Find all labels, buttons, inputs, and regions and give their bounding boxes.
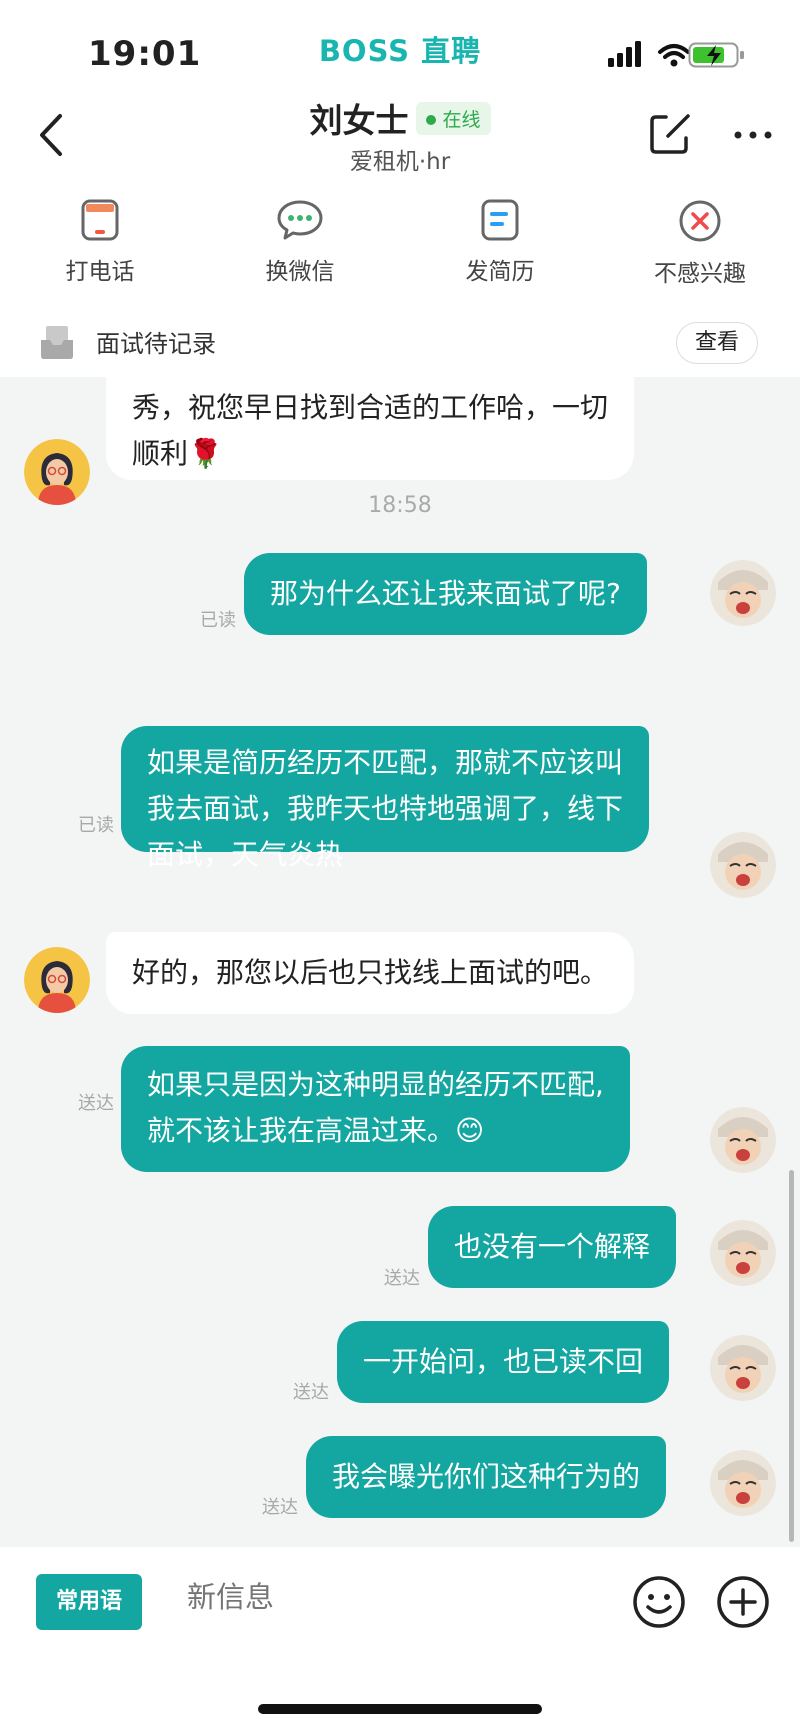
wechat-label: 换微信: [265, 259, 335, 285]
call-action[interactable]: 打电话: [20, 198, 180, 286]
emoji-icon[interactable]: [632, 1575, 686, 1629]
resume-icon: [481, 199, 519, 241]
message-line: 那为什么还让我来面试了呢?: [270, 577, 621, 610]
message-line: 也没有一个解释: [454, 1230, 651, 1263]
more-icon[interactable]: [733, 130, 773, 140]
read-status: 已读: [200, 610, 236, 631]
inbox-icon: [41, 326, 73, 359]
wechat-action[interactable]: 换微信: [220, 198, 380, 286]
message-line: 跟我们岗位不是很匹配，但您已很优: [132, 377, 608, 385]
signal-wifi-icon: [608, 41, 690, 67]
message-bubble-hr[interactable]: 好的，那您以后也只找线上面试的吧。: [106, 932, 635, 1014]
edit-icon[interactable]: [648, 112, 692, 156]
contact-name: 刘女士: [309, 101, 409, 140]
message-line: 我会曝光你们这种行为的: [332, 1460, 641, 1493]
online-dot-icon: [426, 114, 437, 125]
online-badge: 在线: [416, 101, 491, 135]
delivered-status: 送达: [384, 1268, 420, 1289]
online-label: 在线: [442, 108, 481, 131]
common-phrases-button[interactable]: 常用语: [36, 1574, 142, 1630]
plus-icon[interactable]: [716, 1575, 770, 1629]
message-bubble-me[interactable]: 我会曝光你们这种行为的: [306, 1436, 667, 1518]
top-area: 19:01 BOSS 直聘 刘女士 在线 爱租机·hr 打电话 换微信 发简历 …: [0, 0, 800, 377]
action-bar: 打电话 换微信 发简历 不感兴趣: [0, 198, 800, 293]
my-avatar[interactable]: [710, 832, 776, 898]
timestamp: 18:58: [368, 493, 432, 518]
resume-label: 发简历: [465, 259, 535, 285]
message-line: 如果是简历经历不匹配，那就不应该叫: [147, 746, 624, 779]
not-interested-action[interactable]: 不感兴趣: [620, 198, 780, 288]
message-line: 如果只是因为这种明显的经历不匹配,: [147, 1068, 604, 1101]
message-input[interactable]: [187, 1580, 607, 1614]
message-bubble-me[interactable]: 如果只是因为这种明显的经历不匹配, 就不该让我在高温过来。😊: [121, 1046, 630, 1172]
home-indicator: [258, 1704, 542, 1714]
message-line: 面试，天气炎热: [147, 838, 344, 871]
message-bubble-me[interactable]: 一开始问，也已读不回: [337, 1321, 670, 1403]
read-status: 已读: [78, 815, 114, 836]
message-line: 顺利🌹: [132, 437, 223, 470]
resume-action[interactable]: 发简历: [420, 198, 580, 286]
message-line: 我去面试，我昨天也特地强调了，线下: [147, 792, 624, 825]
wechat-icon: [277, 200, 323, 240]
phone-icon: [81, 199, 119, 241]
not-interested-label: 不感兴趣: [654, 261, 746, 287]
message-bubble-hr[interactable]: 跟我们岗位不是很匹配，但您已很优 秀，祝您早日找到合适的工作哈，一切 顺利🌹: [106, 377, 635, 480]
message-bubble-me[interactable]: 那为什么还让我来面试了呢?: [244, 553, 647, 635]
my-avatar[interactable]: [710, 1335, 776, 1401]
not-interested-icon: [679, 200, 721, 242]
notice-text: 面试待记录: [96, 330, 216, 358]
interview-notice-bar: 面试待记录 查看: [0, 310, 800, 378]
chat-header: 刘女士 在线 爱租机·hr: [0, 92, 800, 182]
message-bubble-me[interactable]: 如果是简历经历不匹配，那就不应该叫 我去面试，我昨天也特地强调了，线下 面试，天…: [121, 726, 650, 871]
message-line: 一开始问，也已读不回: [363, 1345, 644, 1378]
delivered-status: 送达: [293, 1382, 329, 1403]
message-bubble-me[interactable]: 也没有一个解释: [428, 1206, 677, 1288]
my-avatar[interactable]: [710, 1450, 776, 1516]
delivered-status: 送达: [78, 1093, 114, 1114]
message-line: 秀，祝您早日找到合适的工作哈，一切: [132, 391, 609, 424]
input-bar: 常用语: [0, 1547, 800, 1731]
delivered-status: 送达: [262, 1497, 298, 1518]
my-avatar[interactable]: [710, 560, 776, 626]
my-avatar[interactable]: [710, 1107, 776, 1173]
call-label: 打电话: [65, 259, 135, 285]
message-list[interactable]: 跟我们岗位不是很匹配，但您已很优 秀，祝您早日找到合适的工作哈，一切 顺利🌹 1…: [0, 377, 800, 1547]
battery-charging-icon: [688, 42, 744, 68]
scrollbar[interactable]: [789, 1170, 794, 1542]
hr-avatar[interactable]: [24, 947, 90, 1013]
my-avatar[interactable]: [710, 1220, 776, 1286]
message-line: 就不该让我在高温过来。😊: [147, 1114, 485, 1147]
view-button[interactable]: 查看: [676, 322, 758, 364]
status-bar: 19:01 BOSS 直聘: [0, 28, 800, 78]
message-line: 好的，那您以后也只找线上面试的吧。: [132, 956, 609, 989]
